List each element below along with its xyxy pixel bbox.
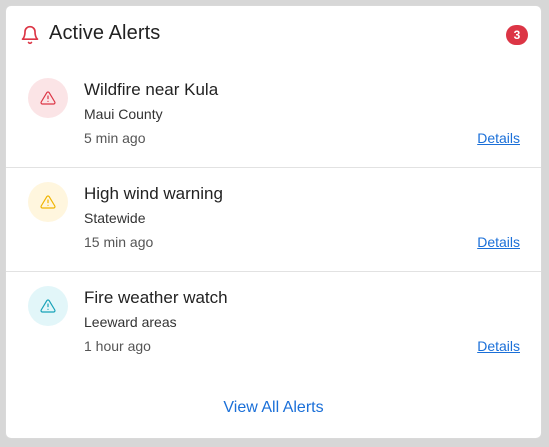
bell-icon [21, 25, 39, 45]
details-link[interactable]: Details [477, 130, 520, 146]
alert-count-badge: 3 [506, 25, 528, 45]
alert-item-fire-weather: Fire weather watch Leeward areas 1 hour … [6, 272, 541, 376]
alert-time: 15 min ago [84, 234, 154, 250]
details-link[interactable]: Details [477, 338, 520, 354]
alert-icon-badge [28, 182, 68, 222]
card-header: Active Alerts 3 [6, 6, 541, 64]
alert-title: High wind warning [84, 184, 223, 203]
view-all-alerts-link[interactable]: View All Alerts [6, 399, 541, 417]
alert-item-wildfire: Wildfire near Kula Maui County 5 min ago… [6, 64, 541, 168]
warning-triangle-icon [40, 195, 56, 209]
details-link[interactable]: Details [477, 234, 520, 250]
alert-time: 1 hour ago [84, 338, 151, 354]
alert-title: Fire weather watch [84, 288, 228, 307]
warning-triangle-icon [40, 91, 56, 105]
alert-location: Leeward areas [84, 314, 177, 330]
alert-list: Wildfire near Kula Maui County 5 min ago… [6, 64, 541, 376]
alert-time: 5 min ago [84, 130, 146, 146]
card-title: Active Alerts [49, 22, 161, 44]
active-alerts-card: Active Alerts 3 Wildfire near Kula Maui … [5, 5, 542, 439]
warning-triangle-icon [40, 299, 56, 313]
alert-location: Statewide [84, 210, 146, 226]
alert-title: Wildfire near Kula [84, 80, 219, 99]
alert-location: Maui County [84, 106, 163, 122]
alert-item-high-wind: High wind warning Statewide 15 min ago D… [6, 168, 541, 272]
alert-icon-badge [28, 286, 68, 326]
alert-icon-badge [28, 78, 68, 118]
